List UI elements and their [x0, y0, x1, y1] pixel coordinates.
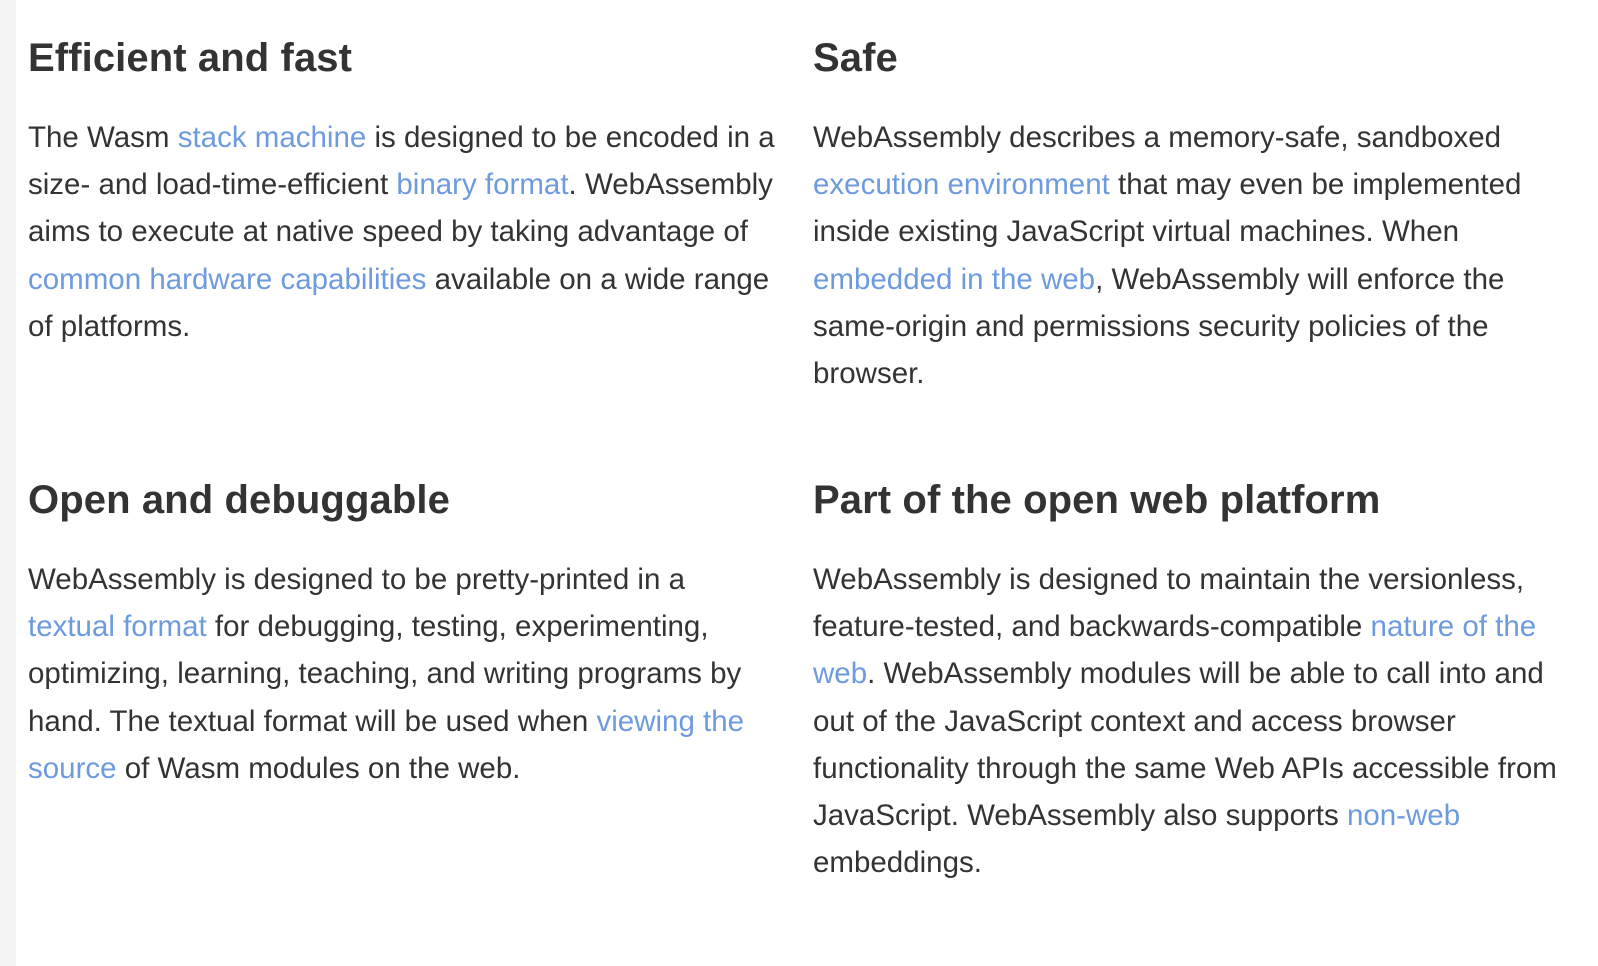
stack-machine-link[interactable]: stack machine: [178, 121, 367, 154]
feature-description: The Wasm stack machine is designed to be…: [28, 114, 778, 350]
feature-open-and-debuggable: Open and debuggable WebAssembly is desig…: [28, 476, 778, 792]
binary-format-link[interactable]: binary format: [396, 168, 568, 201]
feature-title: Safe: [813, 36, 898, 80]
feature-safe: Safe WebAssembly describes a memory-safe…: [813, 34, 1563, 397]
description-text: embeddings.: [813, 846, 982, 880]
description-text: The Wasm: [28, 121, 178, 154]
description-text: WebAssembly describes a memory-safe, san…: [813, 121, 1502, 154]
feature-description: WebAssembly is designed to maintain the …: [813, 556, 1563, 886]
non-web-link[interactable]: non-web: [1347, 799, 1460, 832]
page-gutter: [0, 0, 16, 966]
description-text: WebAssembly is designed to be pretty-pri…: [28, 563, 685, 596]
execution-environment-link[interactable]: execution environment: [813, 168, 1110, 201]
feature-description: WebAssembly describes a memory-safe, san…: [813, 114, 1563, 397]
feature-title: Efficient and fast: [28, 36, 353, 80]
feature-title: Part of the open web platform: [813, 478, 1381, 522]
description-text: of Wasm modules on the web.: [116, 751, 521, 785]
feature-part-of-open-web-platform: Part of the open web platform WebAssembl…: [813, 476, 1563, 886]
common-hardware-capabilities-link[interactable]: common hardware capabilities: [28, 263, 426, 296]
feature-efficient-and-fast: Efficient and fast The Wasm stack machin…: [28, 34, 778, 350]
feature-title: Open and debuggable: [28, 478, 450, 522]
embedded-in-the-web-link[interactable]: embedded in the web: [813, 263, 1095, 296]
feature-description: WebAssembly is designed to be pretty-pri…: [28, 556, 778, 792]
textual-format-link[interactable]: textual format: [28, 610, 207, 643]
